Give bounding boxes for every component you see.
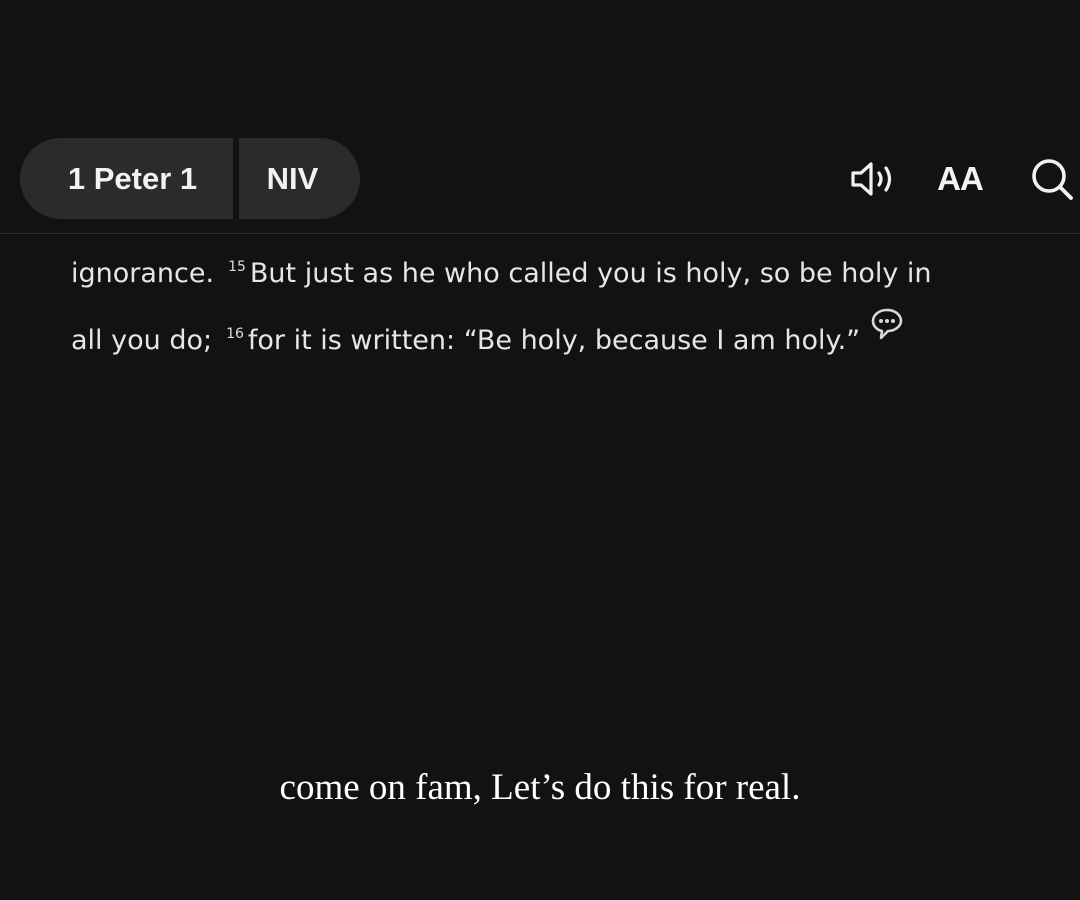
- speech-bubble-note-icon[interactable]: [870, 307, 904, 341]
- search-icon: [1032, 159, 1073, 200]
- reader-header: 1 Peter 1 NIV AA: [0, 138, 1080, 220]
- passage-text: ignorance.: [71, 258, 215, 289]
- passage-line-1: ignorance. 15 But just as he who called yo…: [71, 237, 1031, 304]
- header-divider: [0, 233, 1080, 234]
- verse-number-15[interactable]: 15: [228, 259, 246, 275]
- search-button[interactable]: [1028, 156, 1076, 202]
- book-chapter-selector[interactable]: 1 Peter 1: [20, 138, 233, 219]
- font-size-button[interactable]: AA: [928, 156, 992, 202]
- verse-16-text[interactable]: for it is written: “Be holy, because I a…: [248, 325, 860, 356]
- version-selector[interactable]: NIV: [239, 138, 360, 219]
- font-size-label: AA: [937, 160, 984, 197]
- verse-number-16[interactable]: 16: [226, 326, 244, 342]
- overlay-caption: come on fam, Let’s do this for real.: [279, 767, 801, 808]
- verse-15-text[interactable]: But just as he who called you is holy, s…: [250, 258, 932, 289]
- reference-pill: 1 Peter 1 NIV: [20, 138, 360, 219]
- passage-text: all you do;: [71, 325, 213, 356]
- header-actions: AA: [780, 138, 1080, 219]
- speaker-icon: [851, 162, 892, 196]
- bible-passage: ignorance. 15 But just as he who called yo…: [71, 237, 1031, 371]
- audio-button[interactable]: [846, 156, 900, 202]
- passage-line-2: all you do; 16 for it is written: “Be holy…: [71, 304, 1031, 371]
